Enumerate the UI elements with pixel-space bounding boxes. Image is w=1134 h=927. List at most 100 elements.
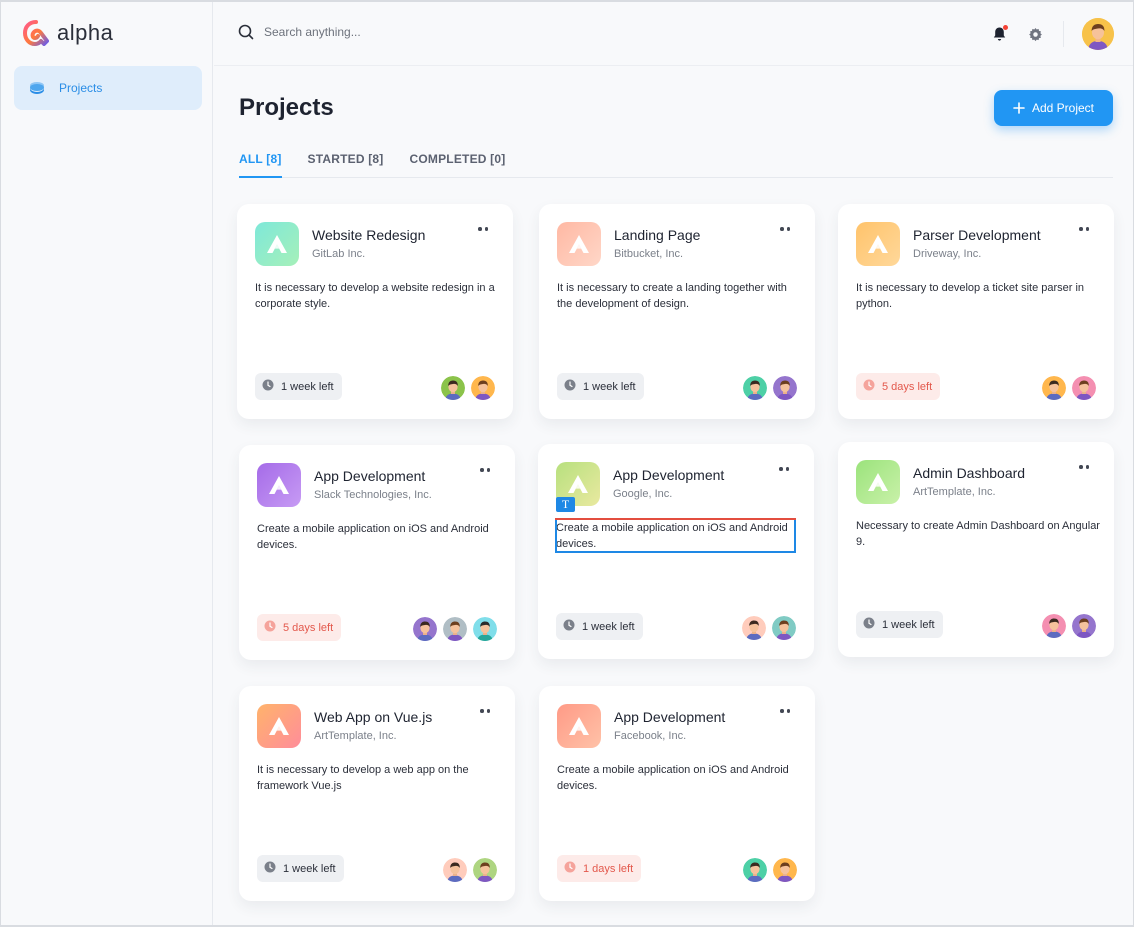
top-bar bbox=[214, 2, 1133, 66]
layers-icon bbox=[30, 82, 44, 94]
more-options-icon[interactable] bbox=[478, 227, 492, 237]
project-logo-icon bbox=[569, 717, 589, 735]
project-company: Facebook, Inc. bbox=[614, 730, 687, 742]
team-avatars bbox=[443, 858, 497, 882]
team-member-avatar[interactable] bbox=[443, 858, 467, 882]
deadline-label: 5 days left bbox=[283, 621, 334, 634]
project-card[interactable]: T App Development Google, Inc. Create a … bbox=[538, 444, 814, 659]
project-card[interactable]: App Development Slack Technologies, Inc.… bbox=[239, 445, 515, 660]
more-options-icon[interactable] bbox=[780, 227, 794, 237]
sidebar: alpha Projects bbox=[1, 2, 213, 925]
team-avatars bbox=[441, 376, 495, 400]
project-company: ArtTemplate, Inc. bbox=[913, 486, 996, 498]
team-member-avatar[interactable] bbox=[471, 376, 495, 400]
deadline-label: 1 week left bbox=[283, 862, 336, 875]
team-avatars bbox=[1042, 376, 1096, 400]
deadline-label: 1 week left bbox=[281, 380, 334, 393]
tab-started[interactable]: STARTED [8] bbox=[308, 148, 384, 178]
project-card[interactable]: Admin Dashboard ArtTemplate, Inc. Necess… bbox=[838, 442, 1114, 657]
deadline-label: 1 week left bbox=[882, 618, 935, 631]
tab-all[interactable]: ALL [8] bbox=[239, 148, 282, 178]
alpha-logo-icon bbox=[23, 20, 49, 46]
project-title: Web App on Vue.js bbox=[314, 709, 433, 725]
more-options-icon[interactable] bbox=[480, 468, 494, 478]
more-options-icon[interactable] bbox=[480, 709, 494, 719]
more-options-icon[interactable] bbox=[779, 467, 793, 477]
team-member-avatar[interactable] bbox=[473, 858, 497, 882]
project-logo bbox=[557, 704, 601, 748]
deadline-badge: 1 week left bbox=[257, 855, 344, 882]
project-title: Parser Development bbox=[913, 227, 1041, 243]
text-selection-marker: T bbox=[556, 497, 575, 512]
search-bar bbox=[238, 24, 504, 40]
tab-completed[interactable]: COMPLETED [0] bbox=[410, 148, 506, 178]
team-avatars bbox=[742, 616, 796, 640]
project-card[interactable]: Landing Page Bitbucket, Inc. It is neces… bbox=[539, 204, 815, 419]
team-member-avatar[interactable] bbox=[773, 376, 797, 400]
team-member-avatar[interactable] bbox=[1042, 376, 1066, 400]
project-description: Necessary to create Admin Dashboard on A… bbox=[856, 520, 1100, 548]
project-card[interactable]: Parser Development Driveway, Inc. It is … bbox=[838, 204, 1114, 419]
project-logo-icon bbox=[269, 476, 289, 494]
deadline-badge: 5 days left bbox=[257, 614, 342, 641]
gear-icon bbox=[1028, 27, 1042, 41]
more-options-icon[interactable] bbox=[1079, 465, 1093, 475]
team-member-avatar[interactable] bbox=[772, 616, 796, 640]
deadline-label: 1 week left bbox=[583, 380, 636, 393]
team-member-avatar[interactable] bbox=[413, 617, 437, 641]
team-member-avatar[interactable] bbox=[473, 617, 497, 641]
project-title: Website Redesign bbox=[312, 227, 426, 243]
project-company: Slack Technologies, Inc. bbox=[314, 489, 432, 501]
project-logo-icon bbox=[267, 235, 287, 253]
project-description: Create a mobile application on iOS and A… bbox=[556, 522, 788, 550]
project-description: It is necessary to develop a web app on … bbox=[257, 764, 469, 792]
project-title: App Development bbox=[614, 709, 726, 725]
user-avatar-image bbox=[1082, 18, 1114, 50]
project-logo bbox=[856, 460, 900, 504]
clock-icon bbox=[563, 619, 575, 634]
search-input[interactable] bbox=[264, 25, 504, 39]
deadline-badge: 1 week left bbox=[557, 373, 644, 400]
add-project-button[interactable]: Add Project bbox=[994, 90, 1113, 126]
sidebar-item-projects[interactable]: Projects bbox=[14, 66, 202, 110]
project-logo-icon bbox=[269, 717, 289, 735]
team-avatars bbox=[413, 617, 497, 641]
team-member-avatar[interactable] bbox=[743, 376, 767, 400]
project-company: Bitbucket, Inc. bbox=[614, 248, 684, 260]
project-logo bbox=[257, 463, 301, 507]
notifications-button[interactable] bbox=[989, 24, 1009, 44]
team-avatars bbox=[743, 858, 797, 882]
team-member-avatar[interactable] bbox=[1072, 376, 1096, 400]
team-member-avatar[interactable] bbox=[743, 858, 767, 882]
search-icon[interactable] bbox=[238, 24, 254, 40]
project-company: ArtTemplate, Inc. bbox=[314, 730, 397, 742]
add-project-label: Add Project bbox=[1031, 101, 1095, 115]
more-options-icon[interactable] bbox=[1079, 227, 1093, 237]
project-card[interactable]: Web App on Vue.js ArtTemplate, Inc. It i… bbox=[239, 686, 515, 901]
team-member-avatar[interactable] bbox=[441, 376, 465, 400]
team-avatars bbox=[1042, 614, 1096, 638]
top-actions bbox=[989, 16, 1133, 52]
project-company: Driveway, Inc. bbox=[913, 248, 982, 260]
team-member-avatar[interactable] bbox=[1072, 614, 1096, 638]
project-company: GitLab Inc. bbox=[312, 248, 366, 260]
project-logo bbox=[557, 222, 601, 266]
deadline-badge: 1 week left bbox=[255, 373, 342, 400]
app-name: alpha bbox=[57, 20, 114, 45]
app-logo[interactable]: alpha bbox=[23, 20, 113, 46]
team-member-avatar[interactable] bbox=[1042, 614, 1066, 638]
clock-icon bbox=[564, 379, 576, 394]
more-options-icon[interactable] bbox=[780, 709, 794, 719]
project-card[interactable]: App Development Facebook, Inc. Create a … bbox=[539, 686, 815, 901]
team-member-avatar[interactable] bbox=[742, 616, 766, 640]
project-card[interactable]: Website Redesign GitLab Inc. It is neces… bbox=[237, 204, 513, 419]
project-title: App Development bbox=[314, 468, 426, 484]
divider bbox=[1063, 21, 1064, 47]
settings-button[interactable] bbox=[1025, 24, 1045, 44]
team-member-avatar[interactable] bbox=[443, 617, 467, 641]
user-avatar[interactable] bbox=[1082, 18, 1114, 50]
team-member-avatar[interactable] bbox=[773, 858, 797, 882]
deadline-badge: 1 days left bbox=[557, 855, 642, 882]
project-tabs: ALL [8] STARTED [8] COMPLETED [0] bbox=[239, 148, 1113, 178]
project-title: Landing Page bbox=[614, 227, 701, 243]
